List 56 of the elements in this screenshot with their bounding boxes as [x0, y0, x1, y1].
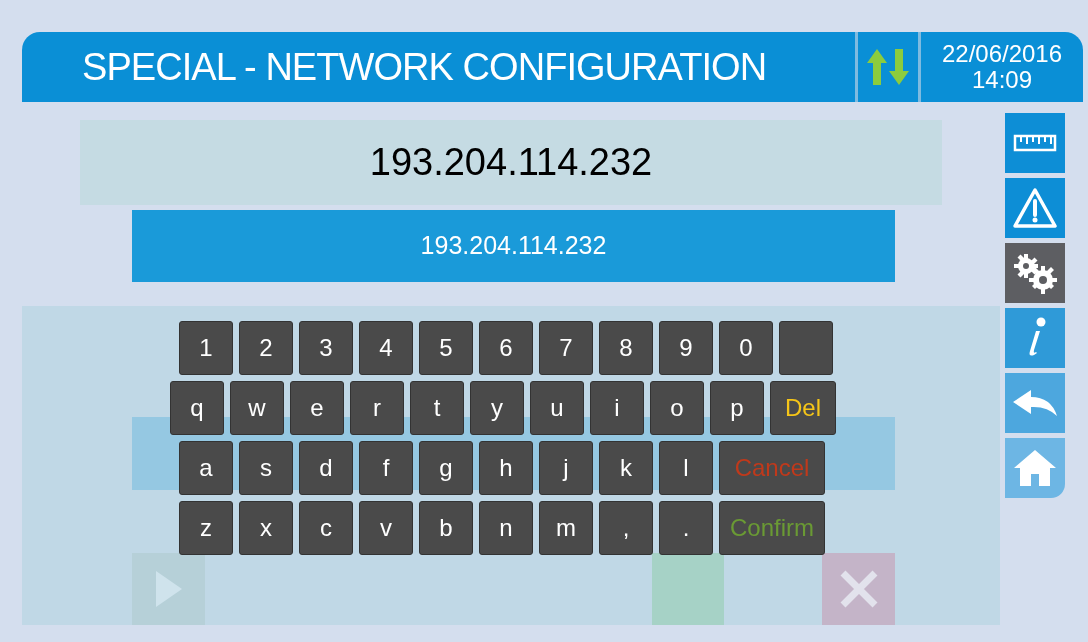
keyboard-key[interactable]: u — [530, 381, 584, 435]
time-text: 14:09 — [971, 67, 1033, 93]
keyboard-key[interactable]: h — [479, 441, 533, 495]
keyboard-key[interactable]: m — [539, 501, 593, 555]
keyboard-key[interactable]: b — [419, 501, 473, 555]
keyboard-key[interactable]: 0 — [719, 321, 773, 375]
keyboard-key[interactable]: 2 — [239, 321, 293, 375]
sidebar-button[interactable] — [1005, 243, 1065, 303]
keyboard-key[interactable]: w — [230, 381, 284, 435]
sidebar-button[interactable] — [1005, 178, 1065, 238]
address-display: 193.204.114.232 — [80, 120, 942, 205]
keyboard-key[interactable]: , — [599, 501, 653, 555]
keyboard-key[interactable]: i — [590, 381, 644, 435]
keyboard-key[interactable]: e — [290, 381, 344, 435]
keyboard-key[interactable]: 8 — [599, 321, 653, 375]
keyboard-key[interactable]: d — [299, 441, 353, 495]
keyboard-key[interactable]: a — [179, 441, 233, 495]
keyboard-key[interactable]: l — [659, 441, 713, 495]
sidebar-button[interactable] — [1005, 308, 1065, 368]
keyboard-key[interactable]: 7 — [539, 321, 593, 375]
keyboard-key[interactable]: p — [710, 381, 764, 435]
keyboard-key[interactable]: t — [410, 381, 464, 435]
keyboard-key[interactable]: 3 — [299, 321, 353, 375]
up-down-arrows-icon — [866, 47, 910, 87]
sidebar-button[interactable] — [1005, 113, 1065, 173]
screen-title: SPECIAL - NETWORK CONFIGURATION — [81, 44, 768, 90]
keyboard-key[interactable]: g — [419, 441, 473, 495]
keyboard-key[interactable]: x — [239, 501, 293, 555]
keyboard-key[interactable]: 1 — [179, 321, 233, 375]
keyboard-key[interactable]: r — [350, 381, 404, 435]
gears-icon — [1012, 252, 1058, 294]
keyboard-key[interactable]: 5 — [419, 321, 473, 375]
ruler-icon — [1013, 134, 1057, 152]
close-icon — [838, 569, 879, 609]
back-arrow-icon — [1011, 388, 1059, 418]
keyboard-key[interactable]: n — [479, 501, 533, 555]
keyboard-key[interactable]: 6 — [479, 321, 533, 375]
home-icon — [1012, 448, 1058, 488]
keyboard-key[interactable]: c — [299, 501, 353, 555]
sidebar-button[interactable] — [1005, 373, 1065, 433]
keyboard-key[interactable]: y — [470, 381, 524, 435]
keyboard-key[interactable]: o — [650, 381, 704, 435]
keyboard-key[interactable]: f — [359, 441, 413, 495]
keyboard-key[interactable]: Del — [770, 381, 836, 435]
date-text: 22/06/2016 — [941, 41, 1063, 67]
keyboard-key[interactable]: 4 — [359, 321, 413, 375]
keyboard-key[interactable]: q — [170, 381, 224, 435]
warning-icon — [1012, 187, 1058, 229]
keyboard-key[interactable]: s — [239, 441, 293, 495]
play-icon — [153, 569, 184, 609]
keyboard-key[interactable]: v — [359, 501, 413, 555]
keyboard-key[interactable]: j — [539, 441, 593, 495]
keyboard-key[interactable]: z — [179, 501, 233, 555]
keyboard-key[interactable]: k — [599, 441, 653, 495]
keyboard-key[interactable]: 9 — [659, 321, 713, 375]
keyboard-key[interactable]: . — [659, 501, 713, 555]
